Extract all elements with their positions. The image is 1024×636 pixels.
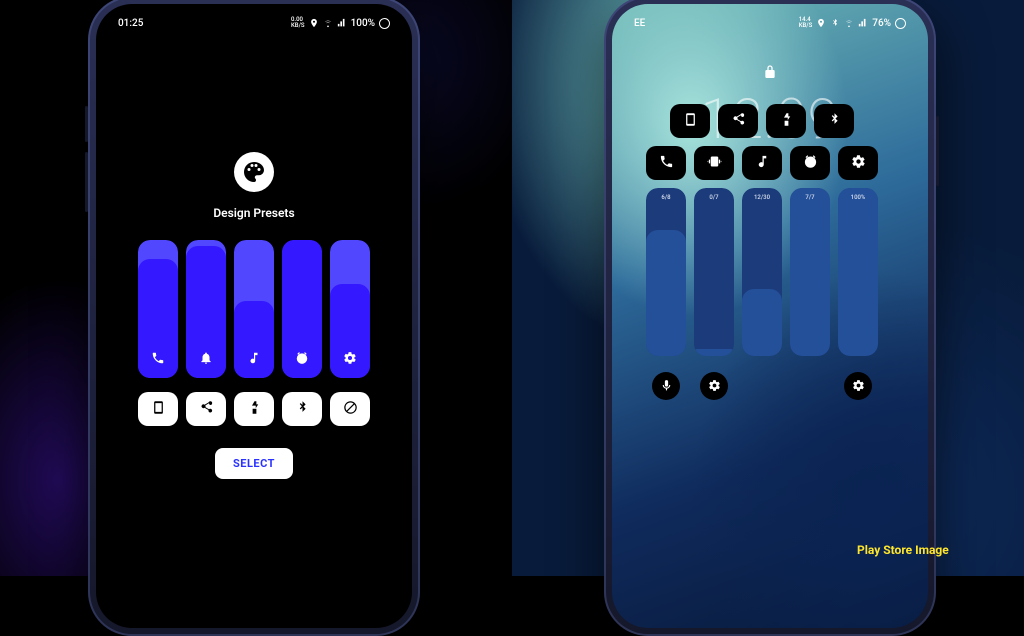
toggle-button[interactable] (766, 104, 806, 138)
volume-slider[interactable] (330, 240, 370, 378)
phone-icon (659, 154, 674, 173)
music-icon (247, 350, 261, 369)
gear-icon (343, 350, 357, 369)
location-icon (816, 18, 826, 28)
battery-icon (379, 18, 390, 29)
data-icon: 0.00KB/S (291, 17, 305, 29)
phone-mockup-right: EE 14.4KB/S 76% 12:09 (604, 0, 936, 636)
phone-mockup-left: 01:25 0.00KB/S 100% Design Presets (88, 0, 420, 636)
battery-text: 76% (872, 18, 891, 29)
status-bar: EE 14.4KB/S 76% (612, 4, 928, 34)
volume-slider[interactable]: 12/30 (742, 188, 782, 356)
wifi-icon (323, 18, 333, 28)
toggle-button[interactable] (790, 146, 830, 180)
volume-slider[interactable] (234, 240, 274, 378)
action-button[interactable] (652, 372, 680, 400)
slider-label: 12/30 (742, 194, 782, 201)
toggle-button[interactable] (670, 104, 710, 138)
alarm-icon (295, 350, 309, 369)
slider-label: 7/7 (790, 194, 830, 201)
flashlight-icon (247, 400, 262, 419)
share-icon (731, 112, 746, 131)
select-button[interactable]: SELECT (215, 448, 293, 479)
slider-label: 100% (838, 194, 878, 201)
toggle-button[interactable] (234, 392, 274, 426)
phone-icon (151, 350, 165, 369)
lock-icon (762, 64, 778, 84)
gear-icon (851, 154, 866, 173)
block-icon (343, 400, 358, 419)
toggle-button[interactable] (330, 392, 370, 426)
toggle-button[interactable] (138, 392, 178, 426)
palette-icon (234, 152, 274, 192)
action-button[interactable] (700, 372, 728, 400)
toggle-button[interactable] (646, 146, 686, 180)
toggle-button[interactable] (742, 146, 782, 180)
volume-slider[interactable]: 7/7 (790, 188, 830, 356)
volume-slider[interactable] (282, 240, 322, 378)
gear-icon (708, 377, 721, 396)
gear-icon (852, 377, 865, 396)
vibrate-icon (707, 154, 722, 173)
bluetooth-status-icon (830, 18, 840, 28)
location-icon (309, 18, 319, 28)
toggle-button[interactable] (718, 104, 758, 138)
battery-icon (895, 18, 906, 29)
wifi-icon (844, 18, 854, 28)
signal-icon (858, 18, 868, 28)
volume-slider[interactable] (186, 240, 226, 378)
signal-icon (337, 18, 347, 28)
toggle-button[interactable] (694, 146, 734, 180)
alarm-icon (803, 154, 818, 173)
bell-icon (199, 350, 213, 369)
action-button[interactable] (844, 372, 872, 400)
slider-label: 0/7 (694, 194, 734, 201)
share-icon (199, 400, 214, 419)
bluetooth-icon (295, 400, 310, 419)
volume-slider[interactable]: 100% (838, 188, 878, 356)
slider-label: 6/8 (646, 194, 686, 201)
mic-icon (660, 377, 673, 396)
toggle-button[interactable] (282, 392, 322, 426)
toggle-button[interactable] (814, 104, 854, 138)
status-time: 01:25 (118, 18, 143, 29)
music-icon (755, 154, 770, 173)
battery-text: 100% (351, 18, 375, 29)
screen-icon (151, 400, 166, 419)
toggle-button[interactable] (838, 146, 878, 180)
volume-slider[interactable]: 0/7 (694, 188, 734, 356)
screen-icon (683, 112, 698, 131)
volume-slider[interactable]: 6/8 (646, 188, 686, 356)
flashlight-icon (779, 112, 794, 131)
image-caption: Play Store Image (857, 543, 949, 557)
toggle-button[interactable] (186, 392, 226, 426)
status-carrier: EE (634, 18, 645, 29)
status-bar: 01:25 0.00KB/S 100% (96, 4, 412, 34)
bluetooth-icon (827, 112, 842, 131)
page-title: Design Presets (213, 206, 294, 220)
volume-slider[interactable] (138, 240, 178, 378)
data-icon: 14.4KB/S (799, 17, 813, 29)
